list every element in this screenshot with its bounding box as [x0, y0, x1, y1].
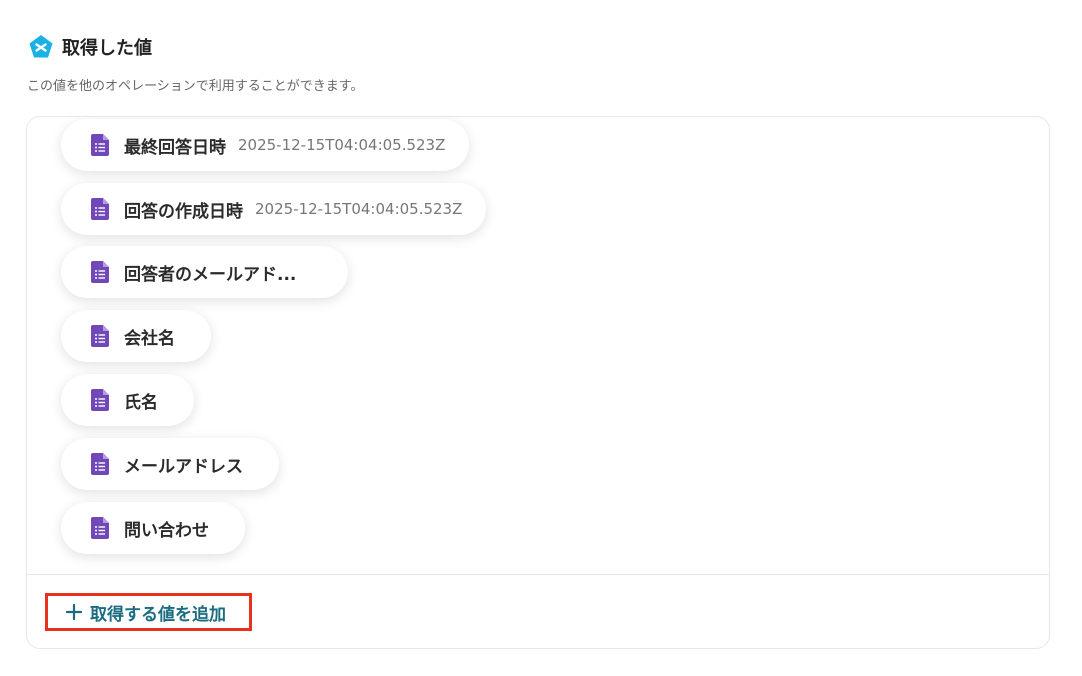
add-value-button[interactable]: 取得する値を追加: [45, 593, 252, 631]
value-item-name[interactable]: 氏名: [61, 374, 194, 426]
value-item-sample: 2025-12-15T04:04:05.523Z: [255, 200, 463, 218]
value-item-label: メールアドレス: [124, 456, 243, 477]
value-item-label: 最終回答日時: [124, 137, 226, 158]
section-subtitle: この値を他のオペレーションで利用することができます。: [27, 79, 364, 94]
divider: [27, 574, 1049, 575]
google-forms-icon: [91, 198, 109, 220]
values-panel: 最終回答日時 2025-12-15T04:04:05.523Z 回答の作成日時 …: [26, 116, 1050, 649]
yoom-logo-icon: [29, 35, 53, 58]
value-item-label: 氏名: [124, 392, 158, 413]
add-value-label: 取得する値を追加: [90, 604, 226, 625]
value-item-label: 回答の作成日時: [124, 201, 243, 222]
plus-icon: [66, 604, 82, 620]
value-item-inquiry[interactable]: 問い合わせ: [61, 502, 245, 554]
value-item-respondent-email[interactable]: 回答者のメールアド...: [61, 246, 349, 298]
google-forms-icon: [91, 453, 109, 475]
value-item-company[interactable]: 会社名: [61, 310, 211, 362]
section-title: 取得した値: [62, 38, 152, 59]
value-item-label: 会社名: [124, 328, 175, 349]
value-item-sample: 2025-12-15T04:04:05.523Z: [238, 136, 446, 154]
google-forms-icon: [91, 325, 109, 347]
google-forms-icon: [91, 261, 109, 283]
values-list[interactable]: 最終回答日時 2025-12-15T04:04:05.523Z 回答の作成日時 …: [27, 117, 1049, 575]
value-item-label: 問い合わせ: [124, 520, 209, 541]
value-item-label: 回答者のメールアド...: [124, 264, 297, 285]
value-item-email[interactable]: メールアドレス: [61, 438, 279, 490]
section-header: 取得した値: [28, 34, 152, 60]
google-forms-icon: [91, 517, 109, 539]
google-forms-icon: [91, 389, 109, 411]
value-item-created-at[interactable]: 回答の作成日時 2025-12-15T04:04:05.523Z: [61, 183, 487, 235]
google-forms-icon: [91, 134, 109, 156]
value-item-last-answered[interactable]: 最終回答日時 2025-12-15T04:04:05.523Z: [61, 119, 470, 171]
